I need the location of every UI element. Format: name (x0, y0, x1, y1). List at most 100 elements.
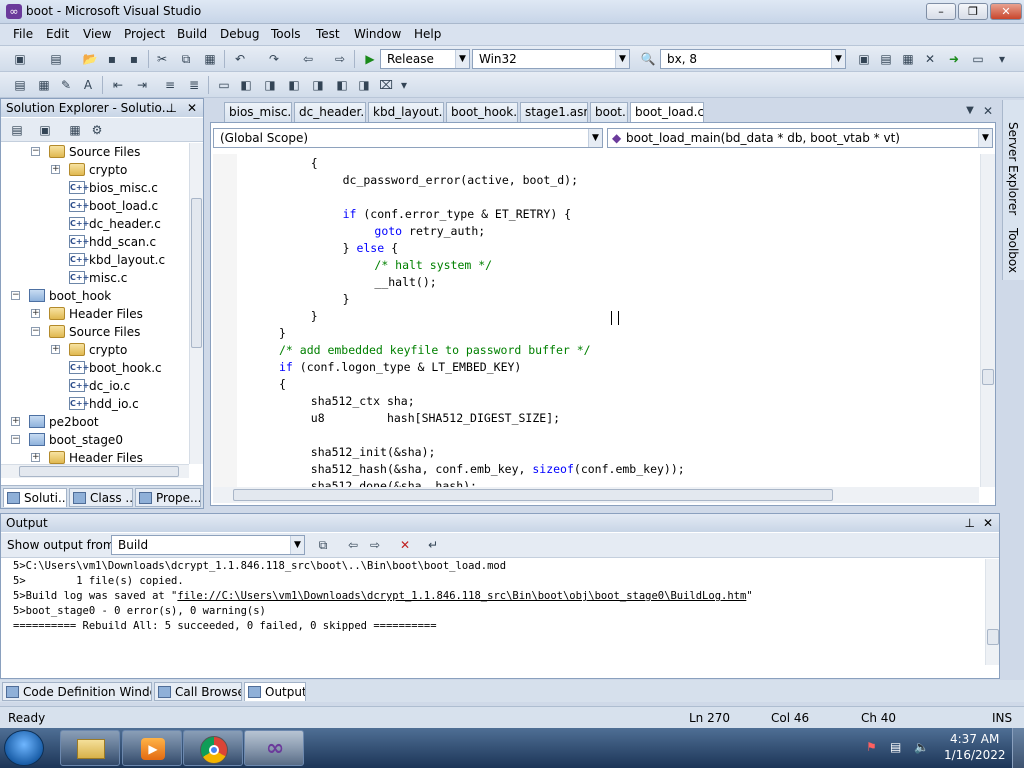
tab-call-browser[interactable]: Call Browser (154, 682, 242, 701)
toolbox-icon[interactable]: ✕ (922, 51, 938, 67)
previous-bookmark-document-icon[interactable]: ◧ (334, 77, 350, 93)
tree-item[interactable]: C++ boot_hook.c (1, 359, 189, 377)
chrome-taskbar-button[interactable] (183, 730, 243, 766)
menu-edit[interactable]: Edit (46, 27, 69, 41)
tab-stage1-asm[interactable]: stage1.asm (520, 102, 588, 122)
next-bookmark-icon[interactable]: ◨ (262, 77, 278, 93)
redo-icon[interactable]: ↷ (266, 51, 282, 67)
navigate-forward-icon[interactable]: ⇨ (332, 51, 348, 67)
tree-item[interactable]: C++ hdd_io.c (1, 395, 189, 413)
function-select[interactable]: ◆ boot_load_main(bd_data * db, boot_vtab… (607, 128, 993, 148)
solution-configuration-select[interactable]: Release ▼ (380, 49, 470, 69)
properties-icon[interactable]: ▤ (878, 51, 894, 67)
cut-icon[interactable]: ✂ (154, 51, 170, 67)
show-desktop-button[interactable] (1012, 728, 1024, 768)
tab-property-manager[interactable]: Prope... (135, 488, 201, 507)
tab-code-definition-window[interactable]: Code Definition Window (2, 682, 152, 701)
maximize-button[interactable]: ❐ (958, 3, 988, 20)
tab-bios-misc-c[interactable]: bios_misc.c (224, 102, 292, 122)
navigate-backward-icon[interactable]: ⇦ (300, 51, 316, 67)
tree-item[interactable]: C++ hdd_scan.c (1, 233, 189, 251)
tab-class-view[interactable]: Class ... (69, 488, 133, 507)
scroll-thumb[interactable] (19, 466, 179, 477)
open-file-icon[interactable]: 📂 (82, 51, 98, 67)
tree-item[interactable]: C++ boot_load.c (1, 197, 189, 215)
start-page-icon[interactable]: ➜ (946, 51, 962, 67)
toolbox-tab[interactable]: Toolbox (1006, 228, 1020, 273)
visual-studio-taskbar-button[interactable]: ∞ (244, 730, 304, 766)
editor-horizontal-scrollbar[interactable] (213, 487, 979, 503)
tree-item[interactable]: C++ dc_header.c (1, 215, 189, 233)
menu-project[interactable]: Project (124, 27, 165, 41)
minimize-button[interactable]: – (926, 3, 956, 20)
solution-tree-vertical-scrollbar[interactable] (189, 143, 203, 464)
quick-info-icon[interactable]: ✎ (58, 77, 74, 93)
paste-icon[interactable]: ▦ (202, 51, 218, 67)
expand-icon[interactable]: + (11, 417, 20, 426)
menu-window[interactable]: Window (354, 27, 401, 41)
tab-boot-hook-c[interactable]: boot_hook.c (446, 102, 518, 122)
code-text-area[interactable]: {dc_password_error(active, boot_d); if (c… (213, 154, 979, 487)
tree-item[interactable]: − boot_stage0 (1, 431, 189, 449)
next-bookmark-folder-icon[interactable]: ◨ (310, 77, 326, 93)
tree-item[interactable]: − Source Files (1, 143, 189, 161)
network-icon[interactable]: ▤ (890, 740, 901, 754)
collapse-icon[interactable]: − (31, 327, 40, 336)
editor-vertical-scrollbar[interactable] (980, 154, 995, 487)
expand-icon[interactable]: + (51, 165, 60, 174)
start-button[interactable] (4, 730, 44, 766)
expand-icon[interactable]: + (51, 345, 60, 354)
close-document-icon[interactable]: ✕ (980, 103, 996, 119)
tree-item[interactable]: + crypto (1, 161, 189, 179)
find-combo[interactable]: bx, 8 ▼ (660, 49, 846, 69)
menu-debug[interactable]: Debug (220, 27, 259, 41)
refresh-icon[interactable]: ▦ (67, 122, 83, 138)
toggle-word-wrap-icon[interactable]: ↵ (425, 537, 441, 553)
solution-explorer-icon[interactable]: ▣ (856, 51, 872, 67)
uncomment-lines-icon[interactable]: ≣ (186, 77, 202, 93)
clock-date[interactable]: 1/16/2022 (944, 748, 1006, 762)
toggle-bookmark-icon[interactable]: ▭ (216, 77, 232, 93)
find-message-icon[interactable]: ⧉ (315, 537, 331, 553)
class-diagram-icon[interactable]: ⚙ (89, 122, 105, 138)
previous-message-icon[interactable]: ⇦ (345, 537, 361, 553)
start-debugging-icon[interactable]: ▶ (362, 51, 378, 67)
command-window-icon[interactable]: ▭ (970, 51, 986, 67)
comment-lines-icon[interactable]: ≡ (162, 77, 178, 93)
server-explorer-tab[interactable]: Server Explorer (1006, 122, 1020, 215)
tree-item[interactable]: − Source Files (1, 323, 189, 341)
collapse-icon[interactable]: − (11, 435, 20, 444)
file-explorer-taskbar-button[interactable] (60, 730, 120, 766)
save-icon[interactable]: ▪ (104, 51, 120, 67)
tree-item[interactable]: − boot_hook (1, 287, 189, 305)
active-files-dropdown-icon[interactable]: ▼ (962, 103, 978, 119)
clear-all-icon[interactable]: ✕ (397, 537, 413, 553)
tab-solution-explorer[interactable]: Soluti... (3, 488, 67, 507)
add-item-icon[interactable]: ▤ (48, 51, 64, 67)
tree-item[interactable]: C++ dc_io.c (1, 377, 189, 395)
scroll-thumb[interactable] (191, 198, 202, 348)
tree-item[interactable]: C++ kbd_layout.c (1, 251, 189, 269)
decrease-indent-icon[interactable]: ⇤ (110, 77, 126, 93)
tree-item[interactable]: + Header Files (1, 305, 189, 323)
tree-item[interactable]: C++ bios_misc.c (1, 179, 189, 197)
tab-dc-header-c[interactable]: dc_header.c (294, 102, 366, 122)
increase-indent-icon[interactable]: ⇥ (134, 77, 150, 93)
tree-item[interactable]: + crypto (1, 341, 189, 359)
new-project-icon[interactable]: ▣ (12, 51, 28, 67)
solution-tree-horizontal-scrollbar[interactable] (1, 464, 189, 478)
media-player-taskbar-button[interactable]: ▶ (122, 730, 182, 766)
tree-item[interactable]: C++ misc.c (1, 269, 189, 287)
parameter-info-icon[interactable]: ▦ (36, 77, 52, 93)
collapse-icon[interactable]: − (31, 147, 40, 156)
scope-select[interactable]: (Global Scope) ▼ (213, 128, 603, 148)
list-members-icon[interactable]: ▤ (12, 77, 28, 93)
close-button[interactable]: ✕ (990, 3, 1022, 20)
close-icon[interactable]: ✕ (187, 99, 197, 117)
scroll-thumb[interactable] (982, 369, 994, 385)
copy-icon[interactable]: ⧉ (178, 51, 194, 67)
close-icon[interactable]: ✕ (983, 514, 993, 532)
output-vertical-scrollbar[interactable] (985, 559, 999, 665)
save-all-icon[interactable]: ▪ (126, 51, 142, 67)
show-all-files-icon[interactable]: ▣ (37, 122, 53, 138)
